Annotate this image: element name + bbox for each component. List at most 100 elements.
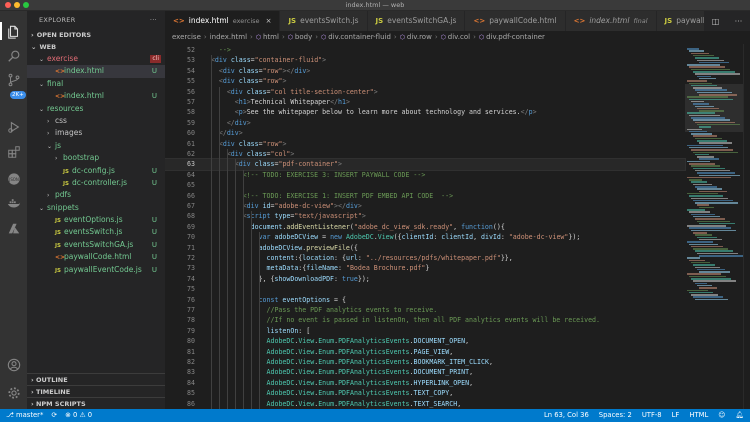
tree-item-label: snippets (47, 202, 79, 212)
tree-file[interactable]: JS dc-controller.js U (27, 177, 165, 189)
code-token: </ (520, 108, 529, 117)
docker-icon[interactable] (6, 196, 21, 211)
code-token: div (222, 66, 235, 75)
code-token: AdobeDC (266, 378, 295, 387)
code-line[interactable]: 60 </div> (165, 128, 685, 138)
indentation[interactable]: Spaces: 2 (599, 409, 632, 422)
outline-section[interactable]: › OUTLINE (27, 373, 165, 385)
code-token: } (425, 264, 430, 273)
line-number: 74 (187, 274, 195, 283)
code-token: < (203, 87, 231, 96)
minimap[interactable] (685, 44, 743, 409)
more-actions-icon[interactable]: ··· (150, 11, 157, 29)
tree-file[interactable]: JS eventOptions.js U (27, 214, 165, 226)
settings-gear-icon[interactable] (6, 385, 21, 400)
tree-file[interactable]: <>paywallCode.html U (27, 251, 165, 263)
code-line[interactable]: 58 <p>See the whitepaper below to learn … (165, 107, 685, 117)
tree-folder[interactable]: ⌄ resources (27, 103, 165, 115)
code-token: , (453, 222, 462, 231)
source-control-icon[interactable] (6, 72, 21, 87)
run-debug-icon[interactable] (6, 119, 21, 134)
timeline-section[interactable]: › TIMELINE (27, 385, 165, 397)
editor-tab[interactable]: JS eventsSwitch.js (280, 11, 368, 31)
breadcrumb-item[interactable]: index.html (210, 33, 247, 41)
code-line[interactable]: 53 <div class="container-fluid"> (165, 55, 685, 65)
breadcrumb-item[interactable]: div.pdf-container (486, 33, 545, 41)
editor-tab[interactable]: JS eventsSwitchGA.js (367, 11, 466, 31)
notifications-icon[interactable]: 🔔︎ (735, 409, 744, 422)
more-actions-icon[interactable]: ··· (735, 17, 743, 26)
tree-folder[interactable]: › images (27, 127, 165, 139)
breadcrumb-item[interactable]: exercise (172, 33, 201, 41)
code-line[interactable]: 52 --> (165, 45, 685, 55)
branch-name: master* (16, 411, 44, 419)
editor-tab[interactable]: <> index.html final (565, 11, 657, 31)
branch-indicator[interactable]: ⎇ master* (6, 409, 43, 422)
code-line[interactable]: 59 </div> (165, 118, 685, 128)
line-endings[interactable]: LF (672, 409, 680, 422)
tree-folder[interactable]: › pdfs (27, 189, 165, 201)
sync-icon[interactable]: ⟳ (51, 409, 57, 422)
breadcrumb-item[interactable]: html (263, 33, 279, 41)
feedback-icon[interactable]: ☺ (718, 409, 725, 422)
tree-folder[interactable]: › css (27, 115, 165, 127)
open-editors-section[interactable]: › OPEN EDITORS (27, 29, 165, 41)
editor-tab[interactable]: <> paywallCode.html (465, 11, 566, 31)
code-line[interactable]: 56 <div class="col title-section-center"… (165, 87, 685, 97)
code-line[interactable]: 54 <div class="row"></div> (165, 66, 685, 76)
code-line[interactable]: 57 <h1>Technical Whitepaper</h1> (165, 97, 685, 107)
tree-file[interactable]: JS eventsSwitch.js U (27, 226, 165, 238)
breadcrumb-item[interactable]: body (295, 33, 312, 41)
tree-folder[interactable]: ⌄ snippets (27, 202, 165, 214)
code-token: View (298, 337, 315, 346)
azure-icon[interactable] (6, 221, 21, 236)
tree-item-label: resources (47, 103, 84, 113)
close-tab-icon[interactable]: × (266, 11, 272, 31)
files-icon[interactable] (6, 24, 21, 39)
npm-scripts-label: NPM SCRIPTS (35, 400, 86, 408)
account-icon[interactable] (6, 357, 21, 372)
code-token: url (345, 254, 358, 262)
tree-file[interactable]: <>index.html U (27, 65, 165, 78)
code-token: h1 (238, 98, 247, 106)
code-editor[interactable]: 52 --> 53 <div class="container-fluid"> 54… (165, 44, 750, 409)
problems-indicator[interactable]: ⊗ 0 ⚠ 0 (65, 409, 92, 422)
code-line[interactable]: 55 <div class="row"> (165, 76, 685, 86)
npm-scripts-section[interactable]: › NPM SCRIPTS (27, 397, 165, 409)
error-count: 0 (72, 411, 78, 419)
code-token: adobeDCView (258, 243, 303, 252)
indent-guide (259, 232, 260, 409)
language-mode[interactable]: HTML (689, 409, 708, 422)
breadcrumb-item[interactable]: div.container-fluid (328, 33, 391, 41)
warning-icon: ⚠ (79, 411, 88, 419)
element-icon: ⬡ (287, 34, 295, 41)
tree-file[interactable]: JS dc-config.js U (27, 165, 165, 177)
tree-file[interactable]: JS paywallEventCode.js U (27, 264, 165, 276)
tree-folder[interactable]: ⌄ js (27, 140, 165, 152)
split-editor-icon[interactable]: ◫ (712, 17, 720, 26)
tree-file[interactable]: <>index.html U (27, 90, 165, 102)
breadcrumb-item[interactable]: div.row (407, 33, 432, 41)
code-line[interactable]: 62 <div class="col"> (165, 149, 685, 159)
line-number: 72 (187, 254, 195, 262)
tree-file[interactable]: JS eventsSwitchGA.js U (27, 239, 165, 251)
code-line[interactable]: 63 <div class="pdf-container"> (165, 158, 686, 171)
code-token: "row" (262, 66, 283, 75)
tree-folder[interactable]: ⌄ final (27, 78, 165, 90)
tree-folder[interactable]: › bootstrap (27, 152, 165, 164)
encoding[interactable]: UTF-8 (642, 409, 662, 422)
code-token: div (230, 150, 243, 158)
code-token: <!-- TODO: EXERCISE 1: INSERT PDF EMBED … (203, 191, 454, 200)
js-file-icon: JS (288, 17, 297, 25)
search-icon[interactable] (6, 48, 21, 63)
editor-tab[interactable]: <> index.html exercise × (165, 11, 281, 31)
json-icon[interactable]: JSON (6, 171, 21, 186)
tree-folder[interactable]: ⌄ exercise cli (27, 53, 165, 65)
extensions-icon[interactable] (6, 144, 21, 159)
workspace-folder-section[interactable]: ⌄ WEB (27, 41, 165, 53)
vertical-scrollbar[interactable] (743, 44, 750, 409)
code-line[interactable]: 61 <div class="row"> (165, 139, 685, 149)
git-branch-icon: ⎇ (6, 411, 16, 419)
breadcrumb-item[interactable]: div.col (448, 33, 470, 41)
cursor-position[interactable]: Ln 63, Col 36 (544, 409, 589, 422)
